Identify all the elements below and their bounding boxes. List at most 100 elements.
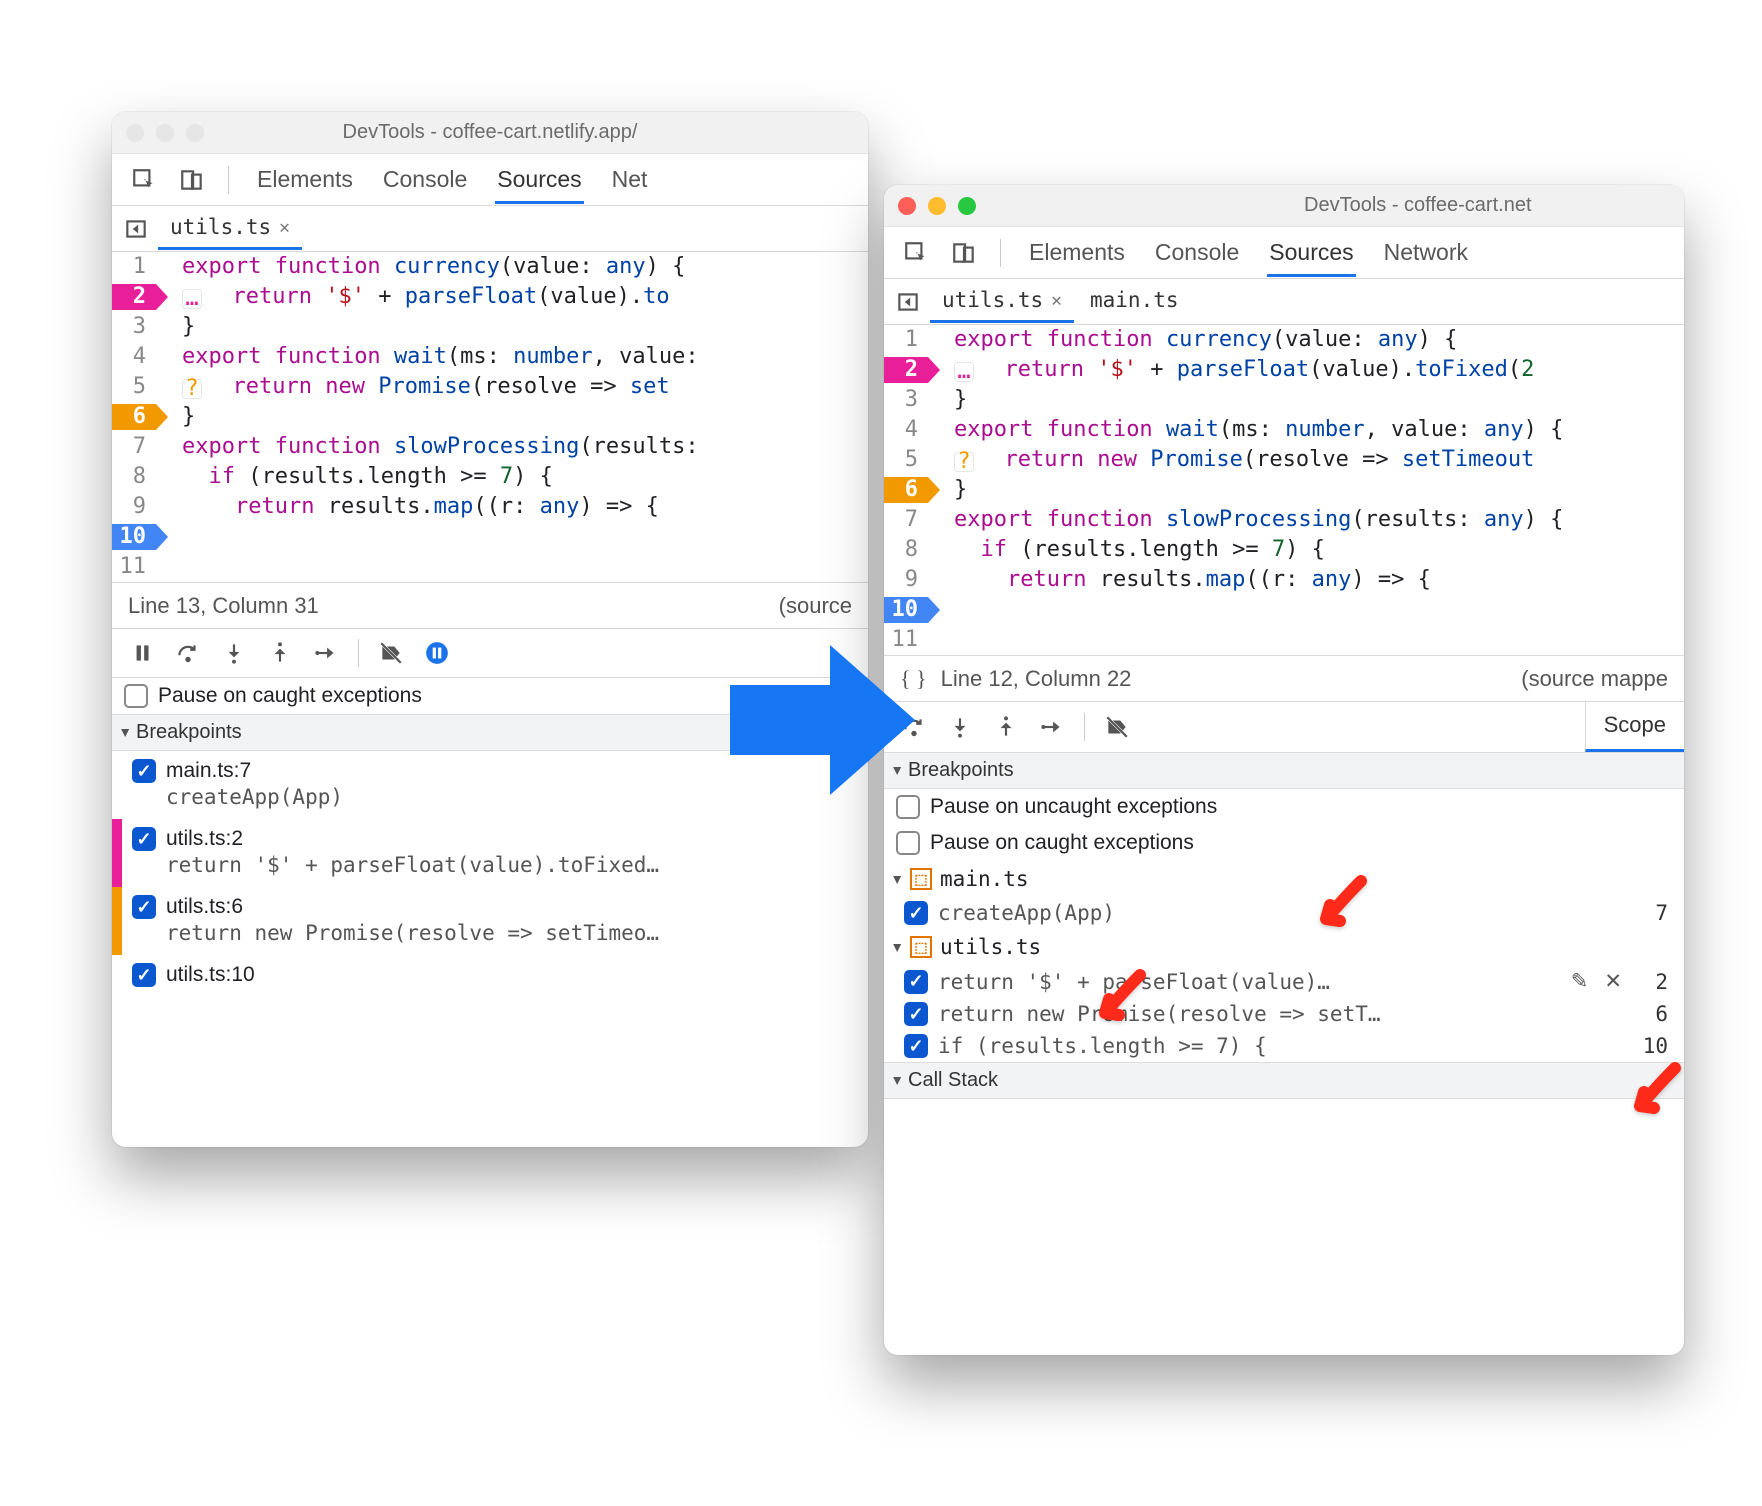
file-tabs: utils.ts ✕ <box>112 206 868 252</box>
cursor-position: Line 13, Column 31 <box>128 593 319 619</box>
expand-icon <box>894 935 902 959</box>
panel-tab-sources[interactable]: Sources <box>1267 229 1355 277</box>
file-tabs: utils.ts✕ main.ts <box>884 279 1684 325</box>
checkbox[interactable] <box>132 963 156 987</box>
navigator-toggle-icon[interactable] <box>890 282 926 322</box>
breakpoints-groups: ⬚main.tscreateApp(App)7⬚utils.tsreturn '… <box>884 861 1684 1062</box>
panel-tab-console[interactable]: Console <box>1153 229 1241 277</box>
breakpoint-file-group[interactable]: ⬚utils.ts <box>884 929 1684 965</box>
gutter[interactable]: 1234567891011 <box>112 252 168 582</box>
traffic-lights <box>126 124 204 142</box>
step-icon[interactable] <box>1030 707 1074 747</box>
device-toggle-icon[interactable] <box>172 160 212 200</box>
status-bar: Line 13, Column 31 (source <box>112 582 868 628</box>
checkbox[interactable] <box>132 759 156 783</box>
device-toggle-icon[interactable] <box>944 233 984 273</box>
breakpoints-header[interactable]: Breakpoints <box>884 752 1684 789</box>
traffic-min[interactable] <box>928 197 946 215</box>
step-into-icon[interactable] <box>212 633 256 673</box>
pause-on-uncaught-option[interactable]: Pause on uncaught exceptions <box>884 789 1684 825</box>
navigator-toggle-icon[interactable] <box>118 209 154 249</box>
checkbox[interactable] <box>904 1002 928 1026</box>
checkbox[interactable] <box>904 901 928 925</box>
highlight-arrow-icon <box>1085 965 1155 1038</box>
close-icon[interactable]: ✕ <box>279 217 290 238</box>
checkbox[interactable] <box>896 831 920 855</box>
pause-icon[interactable] <box>120 633 164 673</box>
panel-tab-network[interactable]: Network <box>1382 229 1470 277</box>
breakpoint-title: utils.ts:2 <box>166 827 854 851</box>
remove-icon[interactable]: ✕ <box>1598 969 1628 994</box>
step-into-icon[interactable] <box>938 707 982 747</box>
step-out-icon[interactable] <box>258 633 302 673</box>
traffic-min[interactable] <box>156 124 174 142</box>
highlight-arrow-icon <box>1620 1058 1690 1131</box>
file-name: utils.ts <box>940 935 1041 959</box>
source-map-status: (source mappe <box>1521 666 1668 692</box>
checkbox[interactable] <box>904 1034 928 1058</box>
highlight-arrow-icon <box>1306 871 1376 944</box>
traffic-close[interactable] <box>126 124 144 142</box>
status-bar: { } Line 12, Column 22 (source mappe <box>884 655 1684 701</box>
breakpoint-item[interactable]: return new Promise(resolve => setT… 6 <box>884 998 1684 1030</box>
divider <box>228 166 229 194</box>
panel-tab-console[interactable]: Console <box>381 156 469 204</box>
breakpoint-title: utils.ts:10 <box>166 963 854 987</box>
debugger-toolbar <box>884 702 1585 752</box>
checkbox[interactable] <box>124 684 148 708</box>
breakpoint-item[interactable]: return '$' + parseFloat(value)…✎✕2 <box>884 965 1684 998</box>
checkbox[interactable] <box>132 895 156 919</box>
panel-tabs: Elements Console Sources Network <box>1017 229 1470 277</box>
panel-tab-elements[interactable]: Elements <box>1027 229 1127 277</box>
code-editor[interactable]: 1234567891011 export function currency(v… <box>884 325 1684 655</box>
panel-tab-sources[interactable]: Sources <box>495 156 583 204</box>
edit-icon[interactable]: ✎ <box>1571 969 1589 994</box>
panel-tab-net[interactable]: Net <box>610 156 650 204</box>
inspect-icon[interactable] <box>124 160 164 200</box>
file-name: main.ts <box>940 867 1029 891</box>
traffic-max[interactable] <box>186 124 204 142</box>
titlebar: DevTools - coffee-cart.netlify.app/ <box>112 112 868 154</box>
panel-tab-elements[interactable]: Elements <box>255 156 355 204</box>
breakpoint-code: return new Promise(resolve => setT… <box>938 1002 1628 1026</box>
window-title: DevTools - coffee-cart.netlify.app/ <box>112 121 868 144</box>
file-tab-label: main.ts <box>1090 288 1179 312</box>
source-code[interactable]: export function currency(value: any) {… … <box>168 252 699 582</box>
traffic-close[interactable] <box>898 197 916 215</box>
transition-arrow <box>720 630 920 813</box>
step-over-icon[interactable] <box>166 633 210 673</box>
call-stack-header[interactable]: Call Stack <box>884 1062 1684 1099</box>
traffic-max[interactable] <box>958 197 976 215</box>
breakpoint-item[interactable]: if (results.length >= 7) {10 <box>884 1030 1684 1062</box>
file-tab[interactable]: utils.ts ✕ <box>158 207 302 250</box>
close-icon[interactable]: ✕ <box>1051 290 1062 311</box>
deactivate-breakpoints-icon[interactable] <box>1095 707 1139 747</box>
breakpoint-code: return new Promise(resolve => setTimeo… <box>166 921 854 945</box>
line-number: 6 <box>1638 1002 1668 1026</box>
checkbox[interactable] <box>132 827 156 851</box>
step-icon[interactable] <box>304 633 348 673</box>
breakpoint-file-group[interactable]: ⬚main.ts <box>884 861 1684 897</box>
option-label: Pause on caught exceptions <box>158 684 422 708</box>
scope-tab[interactable]: Scope <box>1585 702 1684 752</box>
code-editor[interactable]: 1234567891011 export function currency(v… <box>112 252 868 582</box>
expand-icon <box>122 721 130 744</box>
pause-on-exceptions-icon[interactable] <box>415 633 459 673</box>
breakpoint-item[interactable]: utils.ts:2return '$' + parseFloat(value)… <box>112 819 868 887</box>
checkbox[interactable] <box>904 970 928 994</box>
panel-tabs: Elements Console Sources Net <box>245 156 649 204</box>
divider <box>1084 713 1085 741</box>
inspect-icon[interactable] <box>896 233 936 273</box>
file-tab[interactable]: utils.ts✕ <box>930 280 1074 323</box>
pause-on-caught-option[interactable]: Pause on caught exceptions <box>884 825 1684 861</box>
breakpoint-item[interactable]: utils.ts:10 <box>112 955 868 997</box>
breakpoint-item[interactable]: createApp(App)7 <box>884 897 1684 929</box>
file-tab-label: utils.ts <box>170 215 271 239</box>
traffic-lights <box>898 197 976 215</box>
deactivate-breakpoints-icon[interactable] <box>369 633 413 673</box>
source-code[interactable]: export function currency(value: any) {… … <box>940 325 1563 655</box>
breakpoint-item[interactable]: utils.ts:6return new Promise(resolve => … <box>112 887 868 955</box>
step-out-icon[interactable] <box>984 707 1028 747</box>
file-tab[interactable]: main.ts <box>1078 280 1191 323</box>
gutter[interactable]: 1234567891011 <box>884 325 940 655</box>
